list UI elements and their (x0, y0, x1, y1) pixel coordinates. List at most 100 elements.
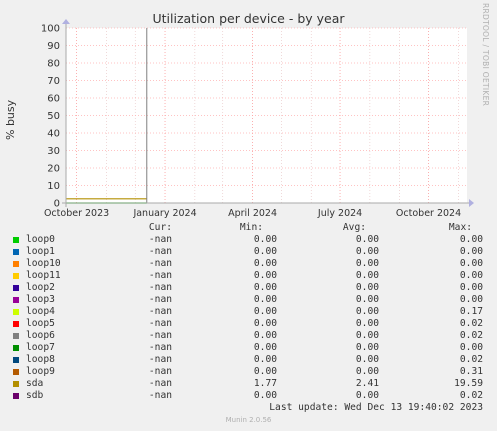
legend-avg: 0.00 (355, 246, 379, 257)
y-tick-label: 50 (47, 111, 60, 122)
legend-cur: -nan (148, 342, 172, 353)
legend-min: 0.00 (253, 246, 277, 257)
y-tick-label: 100 (41, 24, 60, 35)
legend-name: loop4 (26, 306, 55, 317)
legend-cur: -nan (148, 318, 172, 329)
legend-row-loop10: loop10 -nan 0.00 0.00 0.00 (0, 258, 497, 270)
x-tick-label: October 2024 (396, 208, 461, 219)
legend-max: 0.00 (459, 270, 483, 281)
legend-swatch (13, 297, 19, 303)
legend-min: 0.00 (253, 330, 277, 341)
header-avg: Avg: (342, 222, 366, 233)
legend-max: 0.00 (459, 258, 483, 269)
legend-min: 0.00 (253, 294, 277, 305)
legend-cur: -nan (148, 246, 172, 257)
legend-avg: 0.00 (355, 270, 379, 281)
legend-min: 0.00 (253, 354, 277, 365)
legend-swatch (13, 309, 19, 315)
legend-name: loop9 (26, 366, 55, 377)
y-tick-label: 70 (47, 76, 60, 87)
legend-cur: -nan (148, 258, 172, 269)
legend-avg: 0.00 (355, 258, 379, 269)
legend-swatch (13, 249, 19, 255)
legend-name: loop2 (26, 282, 55, 293)
legend-min: 0.00 (253, 258, 277, 269)
legend-max: 0.31 (459, 366, 483, 377)
last-update: Last update: Wed Dec 13 19:40:02 2023 (269, 402, 483, 413)
y-tick-label: 80 (47, 59, 60, 70)
legend-min: 0.00 (253, 342, 277, 353)
legend-max: 0.02 (459, 390, 483, 401)
munin-version: Munin 2.0.56 (225, 416, 272, 424)
legend-swatch (13, 393, 19, 399)
y-tick-label: 10 (47, 181, 60, 192)
legend-swatch (13, 237, 19, 243)
x-tick-label: July 2024 (317, 208, 362, 219)
legend-row-loop9: loop9 -nan 0.00 0.00 0.31 (0, 366, 497, 378)
legend-min: 0.00 (253, 390, 277, 401)
legend-min: 0.00 (253, 282, 277, 293)
legend-name: loop1 (26, 246, 55, 257)
legend-swatch (13, 345, 19, 351)
legend-avg: 0.00 (355, 306, 379, 317)
legend-max: 0.02 (459, 318, 483, 329)
legend-row-loop2: loop2 -nan 0.00 0.00 0.00 (0, 282, 497, 294)
legend-swatch (13, 285, 19, 291)
legend-cur: -nan (148, 366, 172, 377)
y-tick-label: 60 (47, 94, 60, 105)
legend-min: 0.00 (253, 366, 277, 377)
legend-name: loop11 (26, 270, 61, 281)
x-tick-label: April 2024 (228, 208, 277, 219)
y-tick-label: 30 (47, 146, 60, 157)
legend-avg: 0.00 (355, 234, 379, 245)
legend-name: loop8 (26, 354, 55, 365)
legend-swatch (13, 357, 19, 363)
legend-min: 1.77 (253, 378, 277, 389)
legend-name: loop10 (26, 258, 61, 269)
legend-cur: -nan (148, 306, 172, 317)
legend-cur: -nan (148, 282, 172, 293)
legend-max: 0.02 (459, 330, 483, 341)
legend-avg: 0.00 (355, 342, 379, 353)
legend-min: 0.00 (253, 270, 277, 281)
legend-row-loop5: loop5 -nan 0.00 0.00 0.02 (0, 318, 497, 330)
legend-header: Cur: Min: Avg: Max: (0, 222, 497, 234)
legend-name: loop3 (26, 294, 55, 305)
header-cur: Cur: (148, 222, 172, 233)
legend-cur: -nan (148, 378, 172, 389)
legend-max: 0.00 (459, 282, 483, 293)
y-tick-label: 20 (47, 164, 60, 175)
legend-avg: 0.00 (355, 282, 379, 293)
legend-avg: 0.00 (355, 294, 379, 305)
legend-row-loop6: loop6 -nan 0.00 0.00 0.02 (0, 330, 497, 342)
legend-avg: 0.00 (355, 354, 379, 365)
header-min: Min: (239, 222, 263, 233)
legend-cur: -nan (148, 270, 172, 281)
legend-avg: 0.00 (355, 366, 379, 377)
legend-name: loop0 (26, 234, 55, 245)
legend-cur: -nan (148, 234, 172, 245)
legend-swatch (13, 369, 19, 375)
legend-max: 0.00 (459, 342, 483, 353)
y-tick-labels: 0102030405060708090100 (41, 24, 60, 210)
legend-name: loop6 (26, 330, 55, 341)
legend-avg: 2.41 (355, 378, 379, 389)
legend-name: loop5 (26, 318, 55, 329)
y-axis-arrow (62, 19, 70, 24)
legend-max: 0.17 (459, 306, 483, 317)
x-axis-arrow (469, 199, 474, 207)
legend-swatch (13, 381, 19, 387)
legend-cur: -nan (148, 330, 172, 341)
legend-row-sdb: sdb -nan 0.00 0.00 0.02 (0, 390, 497, 402)
legend-row-loop3: loop3 -nan 0.00 0.00 0.00 (0, 294, 497, 306)
y-tick-label: 40 (47, 129, 60, 140)
legend-name: loop7 (26, 342, 55, 353)
y-tick-label: 90 (47, 41, 60, 52)
legend-max: 0.00 (459, 234, 483, 245)
x-tick-label: October 2023 (44, 208, 109, 219)
legend-max: 0.02 (459, 354, 483, 365)
legend-row-loop7: loop7 -nan 0.00 0.00 0.00 (0, 342, 497, 354)
legend-swatch (13, 273, 19, 279)
legend-name: sda (26, 378, 44, 389)
legend-min: 0.00 (253, 318, 277, 329)
